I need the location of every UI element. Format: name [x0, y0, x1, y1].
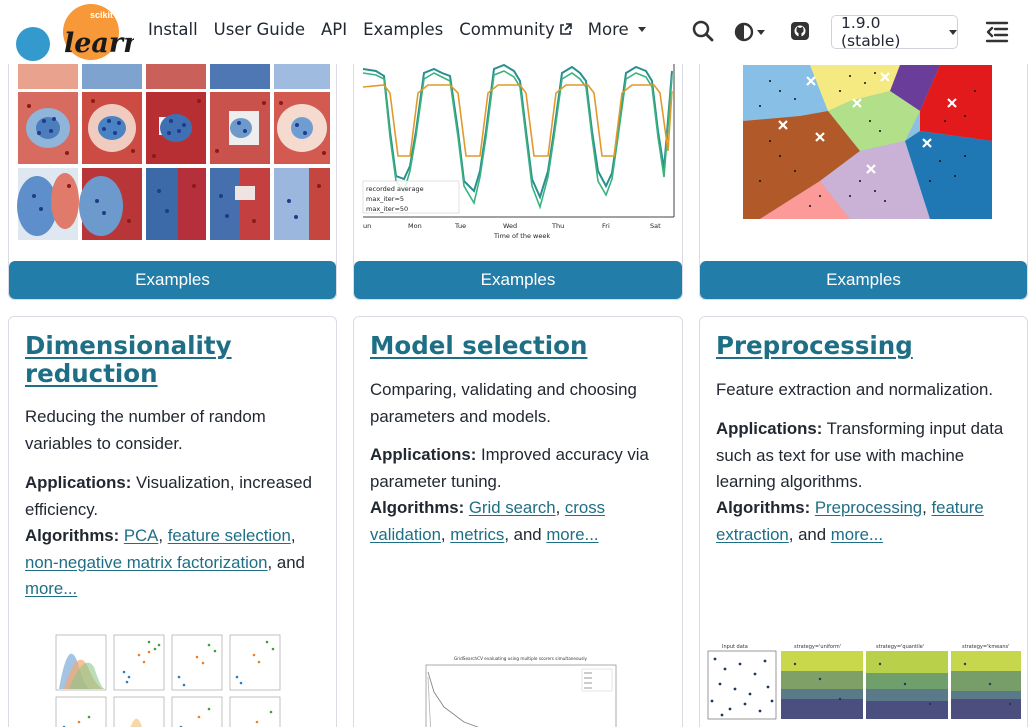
applications-label: Applications:: [370, 445, 477, 464]
pairplot-points-green: [87, 640, 275, 719]
examples-button-3[interactable]: Examples: [700, 261, 1027, 299]
version-caret-icon: [949, 29, 957, 35]
search-button[interactable]: [692, 20, 714, 46]
nav-api[interactable]: API: [321, 20, 347, 39]
nav-user-guide[interactable]: User Guide: [214, 20, 305, 39]
external-link-icon: [559, 23, 572, 35]
pairplot-points-orange: [77, 650, 261, 724]
nav-more-label: More: [587, 20, 629, 39]
nav-api-label: API: [320, 20, 348, 39]
card-model-selection: Model selection Comparing, validating an…: [353, 316, 683, 727]
card-dimensionality-reduction: Dimensionality reduction Reducing the nu…: [8, 316, 337, 727]
link-metrics[interactable]: metrics: [450, 525, 504, 544]
link-and: , and: [788, 524, 827, 544]
examples-button-3-label: Examples: [826, 270, 901, 289]
card-applications: Applications: Visualization, increased e…: [25, 470, 325, 523]
tick-label: Wed: [503, 222, 517, 230]
link-preprocessing[interactable]: Preprocessing: [815, 498, 922, 517]
card-applications: Applications: Transforming input data su…: [716, 416, 1016, 496]
card-title-dimensionality-reduction[interactable]: Dimensionality reduction: [25, 332, 325, 388]
classifier-grid: [17, 61, 330, 240]
examples-button-2-label: Examples: [480, 270, 556, 289]
legend-max-iter-5: max_iter=5: [366, 195, 404, 203]
logo-big-text: learn: [64, 28, 134, 59]
nav-user-guide-label: User Guide: [213, 20, 305, 39]
algorithms-label: Algorithms:: [716, 498, 811, 517]
main-nav: Install User Guide API Examples Communit…: [148, 20, 662, 39]
card-algorithms: Algorithms: Grid search, cross validatio…: [370, 495, 670, 548]
sidebar-toggle-button[interactable]: [985, 21, 1009, 47]
link-separator: ,: [555, 498, 565, 517]
card-description: Comparing, validating and choosing param…: [370, 380, 637, 426]
tick-label: Mon: [408, 222, 422, 230]
link-and: , and: [504, 524, 542, 544]
version-switcher[interactable]: 1.9.0 (stable): [831, 14, 958, 50]
nav-examples-label: Examples: [363, 20, 444, 39]
axis-label: Time of the week: [493, 232, 550, 240]
thumb-title-input: Input data: [722, 644, 748, 650]
tick-label: Tue: [454, 222, 466, 230]
legend-recorded-average: recorded average: [366, 185, 424, 193]
card-description: Feature extraction and normalization.: [716, 380, 994, 399]
card-applications: Applications: Improved accuracy via para…: [370, 442, 670, 495]
thumb-title: GridSearchCV evaluating using multiple s…: [454, 656, 588, 661]
link-grid-search[interactable]: Grid search: [469, 498, 556, 517]
card-title-model-selection[interactable]: Model selection: [370, 332, 670, 360]
link-separator: ,: [440, 524, 451, 544]
tick-label: un: [363, 222, 371, 230]
card-title-preprocessing[interactable]: Preprocessing: [716, 332, 1016, 360]
card-algorithms: Algorithms: PCA, feature selection, non-…: [25, 523, 325, 603]
nav-install[interactable]: Install: [148, 20, 198, 39]
link-and: , and: [267, 552, 305, 572]
legend-max-iter-50: max_iter=50: [366, 205, 408, 213]
nav-more-dropdown[interactable]: More: [588, 20, 646, 39]
logo-icon: scikit learn: [16, 4, 143, 61]
tick-label: Thu: [551, 222, 564, 230]
discretization-thumbnail: Input data strategy='uniform' strategy='…: [707, 644, 1021, 720]
link-feature-selection[interactable]: feature selection: [168, 526, 291, 545]
chevron-down-icon: [637, 27, 646, 32]
link-separator: ,: [290, 526, 296, 545]
tick-label: Fri: [602, 222, 610, 230]
examples-button-1-label: Examples: [135, 270, 210, 289]
card-description: Reducing the number of random variables …: [25, 407, 266, 453]
link-nmf[interactable]: non-negative matrix factorization: [25, 553, 268, 572]
time-axis-ticks: un Mon Tue Wed Thu Fri Sat Time of the w…: [363, 222, 661, 240]
link-pca[interactable]: PCA: [124, 526, 159, 545]
scikit-learn-logo[interactable]: scikit learn: [14, 2, 143, 64]
gridsearch-thumbnail: GridSearchCV evaluating using multiple s…: [425, 656, 617, 727]
version-label: 1.9.0 (stable): [841, 14, 901, 50]
nav-community-label: Community: [459, 20, 555, 39]
thumb-title-kmeans: strategy='kmeans': [962, 644, 1009, 650]
link-more[interactable]: more...: [831, 525, 883, 544]
examples-button-1[interactable]: Examples: [9, 261, 336, 299]
nav-install-label: Install: [148, 20, 198, 39]
algorithms-label: Algorithms:: [370, 498, 465, 517]
sidebar-toggle-icon: [985, 21, 1009, 43]
search-icon: [692, 20, 714, 42]
logo-small-text: scikit: [90, 10, 113, 20]
link-more[interactable]: more...: [25, 579, 77, 598]
thumb-title-quantile: strategy='quantile': [876, 644, 924, 650]
examples-button-2[interactable]: Examples: [354, 261, 682, 299]
theme-toggle-button[interactable]: [734, 22, 765, 42]
pairplot-thumbnail: [55, 634, 281, 727]
theme-contrast-icon: [734, 22, 754, 42]
nav-examples[interactable]: Examples: [363, 20, 443, 39]
github-icon: [791, 22, 809, 40]
link-separator: ,: [158, 526, 168, 545]
tick-label: Sat: [650, 222, 661, 230]
theme-caret-icon: [757, 29, 765, 35]
navbar: scikit learn Install User Guide API Exam…: [0, 0, 1036, 64]
link-more[interactable]: more...: [546, 525, 598, 544]
thumb-title-uniform: strategy='uniform': [794, 644, 841, 650]
nav-community[interactable]: Community: [459, 20, 572, 39]
applications-label: Applications:: [716, 419, 823, 438]
applications-label: Applications:: [25, 473, 132, 492]
card-algorithms: Algorithms: Preprocessing, feature extra…: [716, 495, 1016, 548]
card-preprocessing: Preprocessing Feature extraction and nor…: [699, 316, 1028, 727]
thumb-titles: Input data strategy='uniform' strategy='…: [722, 644, 1009, 650]
algorithms-label: Algorithms:: [25, 526, 120, 545]
github-button[interactable]: [790, 21, 810, 45]
